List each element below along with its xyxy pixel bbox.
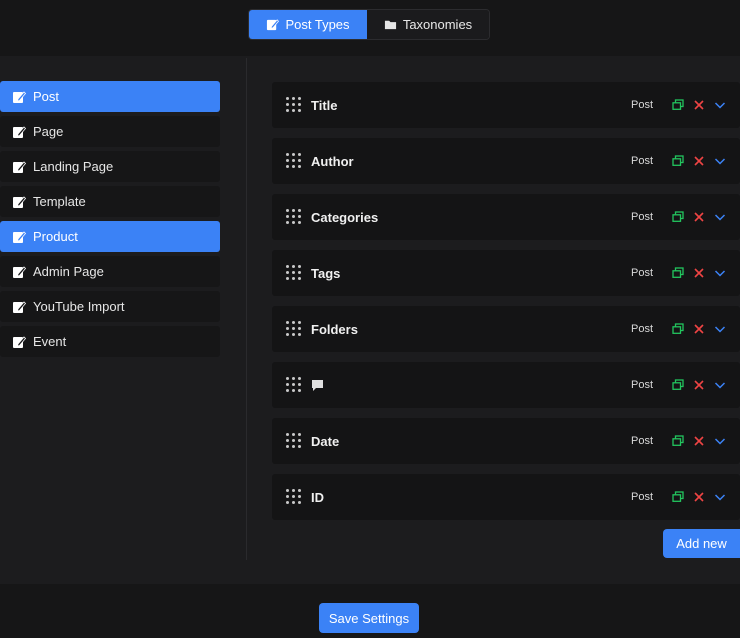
edit-icon — [13, 125, 26, 138]
field-label: ID — [311, 489, 324, 505]
copy-icon[interactable] — [671, 434, 685, 448]
copy-icon[interactable] — [671, 98, 685, 112]
delete-icon[interactable] — [692, 98, 706, 112]
chevron-down-icon[interactable] — [713, 378, 727, 392]
chevron-down-icon[interactable] — [713, 98, 727, 112]
field-row-date: Date Post — [272, 418, 740, 464]
drag-handle-icon[interactable] — [286, 433, 302, 449]
tab-taxonomies[interactable]: Taxonomies — [367, 10, 489, 39]
sidebar-item-page[interactable]: Page — [0, 116, 220, 147]
field-type: Post — [631, 267, 654, 279]
sidebar-item-youtube-import[interactable]: YouTube Import — [0, 291, 220, 322]
tab-bar: Post Types Taxonomies — [248, 9, 490, 40]
chevron-down-icon[interactable] — [713, 322, 727, 336]
field-row-title: Title Post — [272, 82, 740, 128]
edit-icon — [267, 19, 280, 31]
field-list: Title Post Author Post Categories Post T… — [272, 82, 740, 530]
drag-handle-icon[interactable] — [286, 265, 302, 281]
edit-icon — [13, 195, 26, 208]
copy-icon[interactable] — [671, 210, 685, 224]
chevron-down-icon[interactable] — [713, 490, 727, 504]
field-type: Post — [631, 99, 654, 111]
edit-icon — [13, 160, 26, 173]
delete-icon[interactable] — [692, 378, 706, 392]
tab-post-types[interactable]: Post Types — [249, 10, 367, 39]
delete-icon[interactable] — [692, 266, 706, 280]
tab-label: Taxonomies — [402, 17, 473, 32]
copy-icon[interactable] — [671, 490, 685, 504]
sidebar-item-post[interactable]: Post — [0, 81, 220, 112]
sidebar-item-product[interactable]: Product — [0, 221, 220, 252]
drag-handle-icon[interactable] — [286, 489, 302, 505]
field-label: Folders — [311, 321, 358, 337]
field-label: Categories — [311, 209, 379, 225]
chevron-down-icon[interactable] — [713, 210, 727, 224]
sidebar-item-label: Page — [33, 124, 64, 139]
sidebar-item-label: Post — [33, 89, 60, 104]
chevron-down-icon[interactable] — [713, 154, 727, 168]
field-type: Post — [631, 155, 654, 167]
comment-icon — [311, 379, 324, 392]
chevron-down-icon[interactable] — [713, 434, 727, 448]
copy-icon[interactable] — [671, 322, 685, 336]
delete-icon[interactable] — [692, 210, 706, 224]
delete-icon[interactable] — [692, 154, 706, 168]
sidebar-item-label: Product — [33, 229, 78, 244]
field-row-comments: Post — [272, 362, 740, 408]
field-label: Tags — [311, 265, 341, 281]
field-row-categories: Categories Post — [272, 194, 740, 240]
field-row-tags: Tags Post — [272, 250, 740, 296]
tab-label: Post Types — [285, 17, 350, 32]
field-row-id: ID Post — [272, 474, 740, 520]
sidebar-item-label: Template — [33, 194, 86, 209]
edit-icon — [13, 230, 26, 243]
edit-icon — [13, 265, 26, 278]
sidebar-item-admin-page[interactable]: Admin Page — [0, 256, 220, 287]
field-type: Post — [631, 211, 654, 223]
folder-icon — [384, 20, 396, 30]
field-row-folders: Folders Post — [272, 306, 740, 352]
chevron-down-icon[interactable] — [713, 266, 727, 280]
field-label: Author — [311, 153, 354, 169]
delete-icon[interactable] — [692, 490, 706, 504]
sidebar-item-landing-page[interactable]: Landing Page — [0, 151, 220, 182]
field-type: Post — [631, 491, 654, 503]
sidebar-item-label: YouTube Import — [33, 299, 125, 314]
save-settings-button[interactable]: Save Settings — [319, 603, 419, 633]
field-label: Title — [311, 97, 338, 113]
add-new-button[interactable]: Add new — [663, 529, 740, 558]
divider — [246, 58, 247, 560]
delete-icon[interactable] — [692, 322, 706, 336]
copy-icon[interactable] — [671, 266, 685, 280]
copy-icon[interactable] — [671, 378, 685, 392]
drag-handle-icon[interactable] — [286, 97, 302, 113]
field-type: Post — [631, 379, 654, 391]
sidebar-item-label: Event — [33, 334, 67, 349]
sidebar-item-template[interactable]: Template — [0, 186, 220, 217]
drag-handle-icon[interactable] — [286, 209, 302, 225]
sidebar-item-label: Landing Page — [33, 159, 114, 174]
delete-icon[interactable] — [692, 434, 706, 448]
drag-handle-icon[interactable] — [286, 321, 302, 337]
field-type: Post — [631, 323, 654, 335]
edit-icon — [13, 90, 26, 103]
drag-handle-icon[interactable] — [286, 377, 302, 393]
field-label: Date — [311, 433, 340, 449]
sidebar-item-label: Admin Page — [33, 264, 104, 279]
copy-icon[interactable] — [671, 154, 685, 168]
edit-icon — [13, 300, 26, 313]
post-type-sidebar: Post Page Landing Page Template Product … — [0, 81, 220, 361]
edit-icon — [13, 335, 26, 348]
drag-handle-icon[interactable] — [286, 153, 302, 169]
field-row-author: Author Post — [272, 138, 740, 184]
field-type: Post — [631, 435, 654, 447]
sidebar-item-event[interactable]: Event — [0, 326, 220, 357]
